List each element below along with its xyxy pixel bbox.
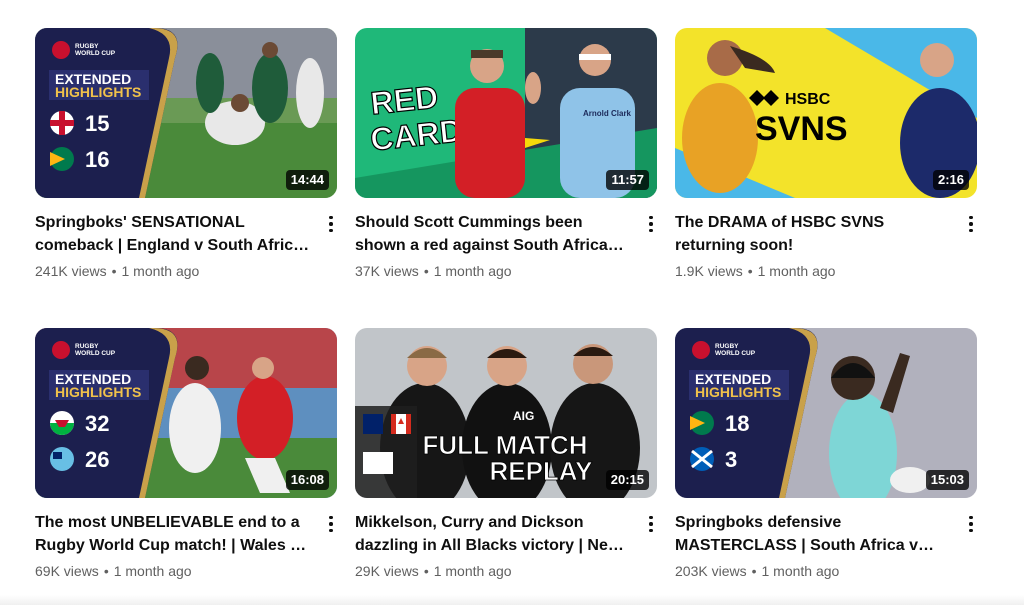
video-card[interactable]: FULL MATCH REPLAY AIG 20:15 Mikkelson, C… bbox=[355, 328, 657, 598]
video-stats: 37K views • 1 month ago bbox=[355, 261, 657, 281]
separator-dot: • bbox=[111, 263, 117, 279]
video-thumbnail[interactable]: RUGBY WORLD CUP EXTENDED HIGHLIGHTS 32 2… bbox=[35, 328, 337, 498]
separator-dot: • bbox=[747, 263, 753, 279]
score-away: 26 bbox=[85, 447, 109, 472]
video-thumbnail[interactable]: RED CARD? Arnold Clark 11:57 bbox=[355, 28, 657, 198]
video-card[interactable]: HSBC SVNS 2:16 The DRAMA of HSBC SVNS re… bbox=[675, 28, 977, 298]
score-home: 15 bbox=[85, 111, 109, 136]
view-count: 241K views bbox=[35, 263, 107, 279]
svg-text:WORLD CUP: WORLD CUP bbox=[75, 350, 116, 357]
video-thumbnail[interactable]: HSBC SVNS 2:16 bbox=[675, 28, 977, 198]
video-title[interactable]: Springboks defensive MASTERCLASS | South… bbox=[675, 512, 951, 557]
rwc-logo-text: RUGBY bbox=[75, 43, 99, 50]
upload-age: 1 month ago bbox=[121, 263, 200, 279]
score-home: 32 bbox=[85, 411, 109, 436]
more-actions-icon[interactable] bbox=[959, 212, 983, 236]
svg-text:HIGHLIGHTS: HIGHLIGHTS bbox=[695, 384, 781, 400]
separator-dot: • bbox=[103, 563, 109, 579]
video-duration: 11:57 bbox=[606, 170, 649, 190]
video-duration: 15:03 bbox=[925, 470, 969, 490]
svg-text:WORLD CUP: WORLD CUP bbox=[715, 350, 756, 357]
upload-age: 1 month ago bbox=[433, 263, 512, 279]
sponsor-text: HSBC bbox=[785, 91, 831, 108]
video-duration: 16:08 bbox=[285, 470, 329, 490]
video-duration: 14:44 bbox=[285, 170, 329, 190]
separator-dot: • bbox=[751, 563, 757, 579]
view-count: 203K views bbox=[675, 563, 747, 579]
more-actions-icon[interactable] bbox=[319, 512, 343, 536]
video-duration: 20:15 bbox=[605, 470, 649, 490]
view-count: 69K views bbox=[35, 563, 99, 579]
upload-age: 1 month ago bbox=[113, 563, 192, 579]
video-meta: Should Scott Cummings been shown a red a… bbox=[355, 212, 657, 281]
video-stats: 69K views • 1 month ago bbox=[35, 561, 337, 581]
video-meta: Mikkelson, Curry and Dickson dazzling in… bbox=[355, 512, 657, 581]
shirt-sponsor-text: AIG bbox=[513, 409, 534, 423]
score-away: 3 bbox=[725, 447, 737, 472]
video-stats: 1.9K views • 1 month ago bbox=[675, 261, 977, 281]
video-meta: The DRAMA of HSBC SVNS returning soon! 1… bbox=[675, 212, 977, 281]
video-grid: RUGBY WORLD CUP EXTENDED HIGHLIGHTS 15 1… bbox=[35, 28, 995, 598]
video-duration: 2:16 bbox=[932, 170, 969, 190]
video-meta: Springboks' SENSATIONAL comeback | Engla… bbox=[35, 212, 337, 281]
thumbnail-image: HSBC SVNS bbox=[675, 28, 977, 198]
video-title[interactable]: The DRAMA of HSBC SVNS returning soon! bbox=[675, 212, 951, 257]
more-actions-icon[interactable] bbox=[959, 512, 983, 536]
more-actions-icon[interactable] bbox=[639, 512, 663, 536]
svg-text:HIGHLIGHTS: HIGHLIGHTS bbox=[55, 84, 141, 100]
video-stats: 203K views • 1 month ago bbox=[675, 561, 977, 581]
score-away: 16 bbox=[85, 147, 109, 172]
video-card[interactable]: RED CARD? Arnold Clark 11:57 Should Scot… bbox=[355, 28, 657, 298]
video-stats: 29K views • 1 month ago bbox=[355, 561, 657, 581]
video-meta: The most UNBELIEVABLE end to a Rugby Wor… bbox=[35, 512, 337, 581]
separator-dot: • bbox=[423, 563, 429, 579]
video-title[interactable]: Should Scott Cummings been shown a red a… bbox=[355, 212, 631, 257]
rwc-logo-text: RUGBY bbox=[715, 343, 739, 350]
rwc-logo-text: RUGBY bbox=[75, 343, 99, 350]
video-title[interactable]: Springboks' SENSATIONAL comeback | Engla… bbox=[35, 212, 311, 257]
svg-text:WORLD CUP: WORLD CUP bbox=[75, 50, 116, 57]
svg-text:HIGHLIGHTS: HIGHLIGHTS bbox=[55, 384, 141, 400]
video-title[interactable]: The most UNBELIEVABLE end to a Rugby Wor… bbox=[35, 512, 311, 557]
upload-age: 1 month ago bbox=[757, 263, 836, 279]
brand-text: SVNS bbox=[755, 110, 848, 148]
score-home: 18 bbox=[725, 411, 749, 436]
video-thumbnail[interactable]: RUGBY WORLD CUP EXTENDED HIGHLIGHTS 15 1… bbox=[35, 28, 337, 198]
video-meta: Springboks defensive MASTERCLASS | South… bbox=[675, 512, 977, 581]
video-card[interactable]: RUGBY WORLD CUP EXTENDED HIGHLIGHTS 18 3… bbox=[675, 328, 977, 598]
video-card[interactable]: RUGBY WORLD CUP EXTENDED HIGHLIGHTS 32 2… bbox=[35, 328, 337, 598]
video-thumbnail[interactable]: FULL MATCH REPLAY AIG 20:15 bbox=[355, 328, 657, 498]
page-bottom-edge bbox=[0, 595, 1024, 605]
more-actions-icon[interactable] bbox=[319, 212, 343, 236]
view-count: 29K views bbox=[355, 563, 419, 579]
view-count: 37K views bbox=[355, 263, 419, 279]
video-stats: 241K views • 1 month ago bbox=[35, 261, 337, 281]
video-thumbnail[interactable]: RUGBY WORLD CUP EXTENDED HIGHLIGHTS 18 3… bbox=[675, 328, 977, 498]
upload-age: 1 month ago bbox=[433, 563, 512, 579]
upload-age: 1 month ago bbox=[761, 563, 840, 579]
svg-text:REPLAY: REPLAY bbox=[489, 456, 592, 486]
view-count: 1.9K views bbox=[675, 263, 743, 279]
video-card[interactable]: RUGBY WORLD CUP EXTENDED HIGHLIGHTS 15 1… bbox=[35, 28, 337, 298]
shirt-sponsor-text: Arnold Clark bbox=[583, 109, 632, 118]
video-title[interactable]: Mikkelson, Curry and Dickson dazzling in… bbox=[355, 512, 631, 557]
more-actions-icon[interactable] bbox=[639, 212, 663, 236]
separator-dot: • bbox=[423, 263, 429, 279]
